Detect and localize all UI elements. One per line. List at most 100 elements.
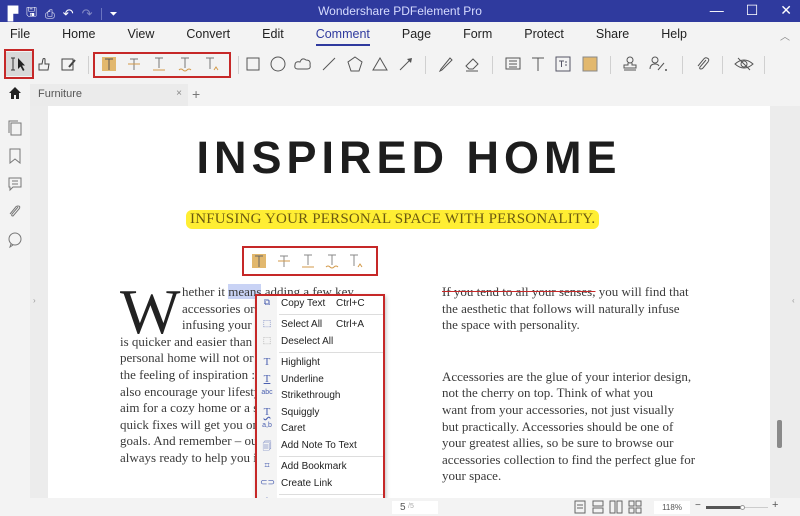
minimize-button[interactable]: — [710,2,724,19]
strikethrough-text[interactable]: If you tend to all your senses, [442,284,595,299]
zoom-in-button[interactable]: + [772,499,778,511]
select-tool-highlight-box [4,49,34,79]
text-line: If you tend to all your senses, you will… [442,284,689,299]
triangle-tool-button[interactable] [370,52,390,76]
menu-home[interactable]: Home [62,27,95,41]
attachment-tool-button[interactable] [693,52,713,76]
attachments-icon[interactable] [7,204,23,220]
drop-cap: W [120,276,181,347]
close-tab-button[interactable]: × [176,88,182,99]
page-number-field[interactable]: 5 /5 [392,501,438,514]
menu-item-underline[interactable]: T Underline [257,372,383,388]
caret-tool-button[interactable] [202,52,220,76]
deselect-all-icon: ⬚ [262,335,272,345]
menu-share[interactable]: Share [596,27,629,41]
menu-item-add-bookmark[interactable]: ⌗ Add Bookmark [257,459,383,475]
home-icon[interactable] [8,86,22,103]
single-page-view-icon[interactable] [574,500,586,516]
continuous-view-icon[interactable] [592,500,604,516]
menu-view[interactable]: View [128,27,155,41]
text-line: the space with personality. [442,317,580,333]
float-caret-icon[interactable] [350,254,363,268]
menu-item-caret[interactable]: a,b Caret [257,421,383,437]
two-page-view-icon[interactable] [609,500,623,516]
underline-tool-button[interactable] [150,52,168,76]
eraser-tool-button[interactable] [462,52,482,76]
current-page: 5 [400,502,406,513]
menu-item-select-all[interactable]: ⬚ Select All Ctrl+A [257,317,383,333]
pencil-tool-button[interactable] [436,52,456,76]
menu-comment[interactable]: Comment [315,27,371,46]
menu-edit[interactable]: Edit [262,27,284,41]
menu-item-squiggly[interactable]: T Squiggly [257,405,383,421]
zoom-out-button[interactable]: − [695,500,701,511]
menu-protect[interactable]: Protect [524,27,564,41]
left-page-gutter: › [30,106,48,498]
cloud-icon [294,58,311,70]
menu-page[interactable]: Page [402,27,431,41]
zoom-slider-knob[interactable] [740,505,746,510]
stamp-tool-button[interactable] [620,52,640,76]
paperclip-icon [697,57,710,70]
textbox-tool-button[interactable] [553,52,573,76]
right-column-text: If you tend to all your senses, you will… [442,284,702,485]
text-tool-button[interactable] [529,52,547,76]
close-button[interactable]: ✕ [780,2,792,19]
highlighted-subheading[interactable]: INFUSING YOUR PERSONAL SPACE WITH PERSON… [186,210,600,229]
line-tool-button[interactable] [320,52,338,76]
menu-item-highlight[interactable]: T Highlight [257,355,383,371]
maximize-button[interactable]: ☐ [746,2,759,19]
menu-item-add-note-to-text[interactable]: 🗐 Add Note To Text [257,438,383,454]
grid-view-icon[interactable] [628,500,642,516]
search-icon[interactable] [7,232,23,249]
menu-item-deselect-all[interactable]: ⬚ Deselect All [257,334,383,350]
rectangle-tool-button[interactable] [244,52,262,76]
hide-eye-icon [734,57,754,71]
hand-tool-button[interactable] [34,52,54,76]
eraser-icon [465,58,479,72]
menu-item-copy-text[interactable]: ⧉ Copy Text Ctrl+C [257,296,383,312]
polygon-tool-button[interactable] [345,52,365,76]
squiggly-icon [178,57,192,72]
menu-item-strikethrough[interactable]: abc Strikethrough [257,388,383,404]
float-highlight-icon[interactable] [252,254,266,268]
new-tab-button[interactable]: + [192,86,200,102]
menu-form[interactable]: Form [463,27,492,41]
arrow-tool-button[interactable] [396,52,416,76]
float-strikethrough-icon[interactable] [278,255,290,267]
pentagon-icon [347,56,363,72]
bookmarks-icon[interactable] [7,148,23,165]
signature-icon [649,56,667,71]
comments-icon[interactable] [7,176,23,192]
text-line: but practically. Accessories should be o… [442,418,674,434]
float-squiggly-icon[interactable] [325,254,339,269]
menu-file[interactable]: File [10,27,30,41]
float-underline-icon[interactable] [302,254,314,268]
document-tab[interactable]: Furniture × [30,84,188,106]
thumbnails-icon[interactable] [7,120,23,136]
zoom-slider[interactable] [706,505,768,510]
note-tool-button[interactable] [503,52,523,76]
line-icon [322,57,336,71]
cloud-tool-button[interactable] [293,52,313,76]
zoom-level-field[interactable]: 118% [654,501,690,514]
oval-tool-button[interactable] [268,52,288,76]
squiggly-tool-button[interactable] [176,52,194,76]
menu-convert[interactable]: Convert [186,27,230,41]
left-panel-sidebar [0,106,30,498]
hide-comments-button[interactable] [732,52,756,76]
right-page-gutter: ‹ [770,106,800,498]
signature-tool-button[interactable] [646,52,670,76]
strikethrough-tool-button[interactable] [125,52,143,76]
area-highlight-tool-button[interactable] [580,52,600,76]
collapse-right-panel-icon[interactable]: ‹ [792,296,795,305]
highlight-icon: T [263,356,271,368]
menu-item-create-link[interactable]: ⊂⊃ Create Link [257,476,383,492]
edit-tool-button[interactable] [58,52,78,76]
menu-help[interactable]: Help [661,27,687,41]
expand-panel-icon[interactable]: › [33,296,36,305]
collapse-ribbon-icon[interactable]: ︿ [780,28,790,43]
vertical-scrollbar-thumb[interactable] [777,420,782,448]
highlight-tool-button[interactable] [100,52,118,76]
copy-text-icon: ⧉ [263,297,271,307]
